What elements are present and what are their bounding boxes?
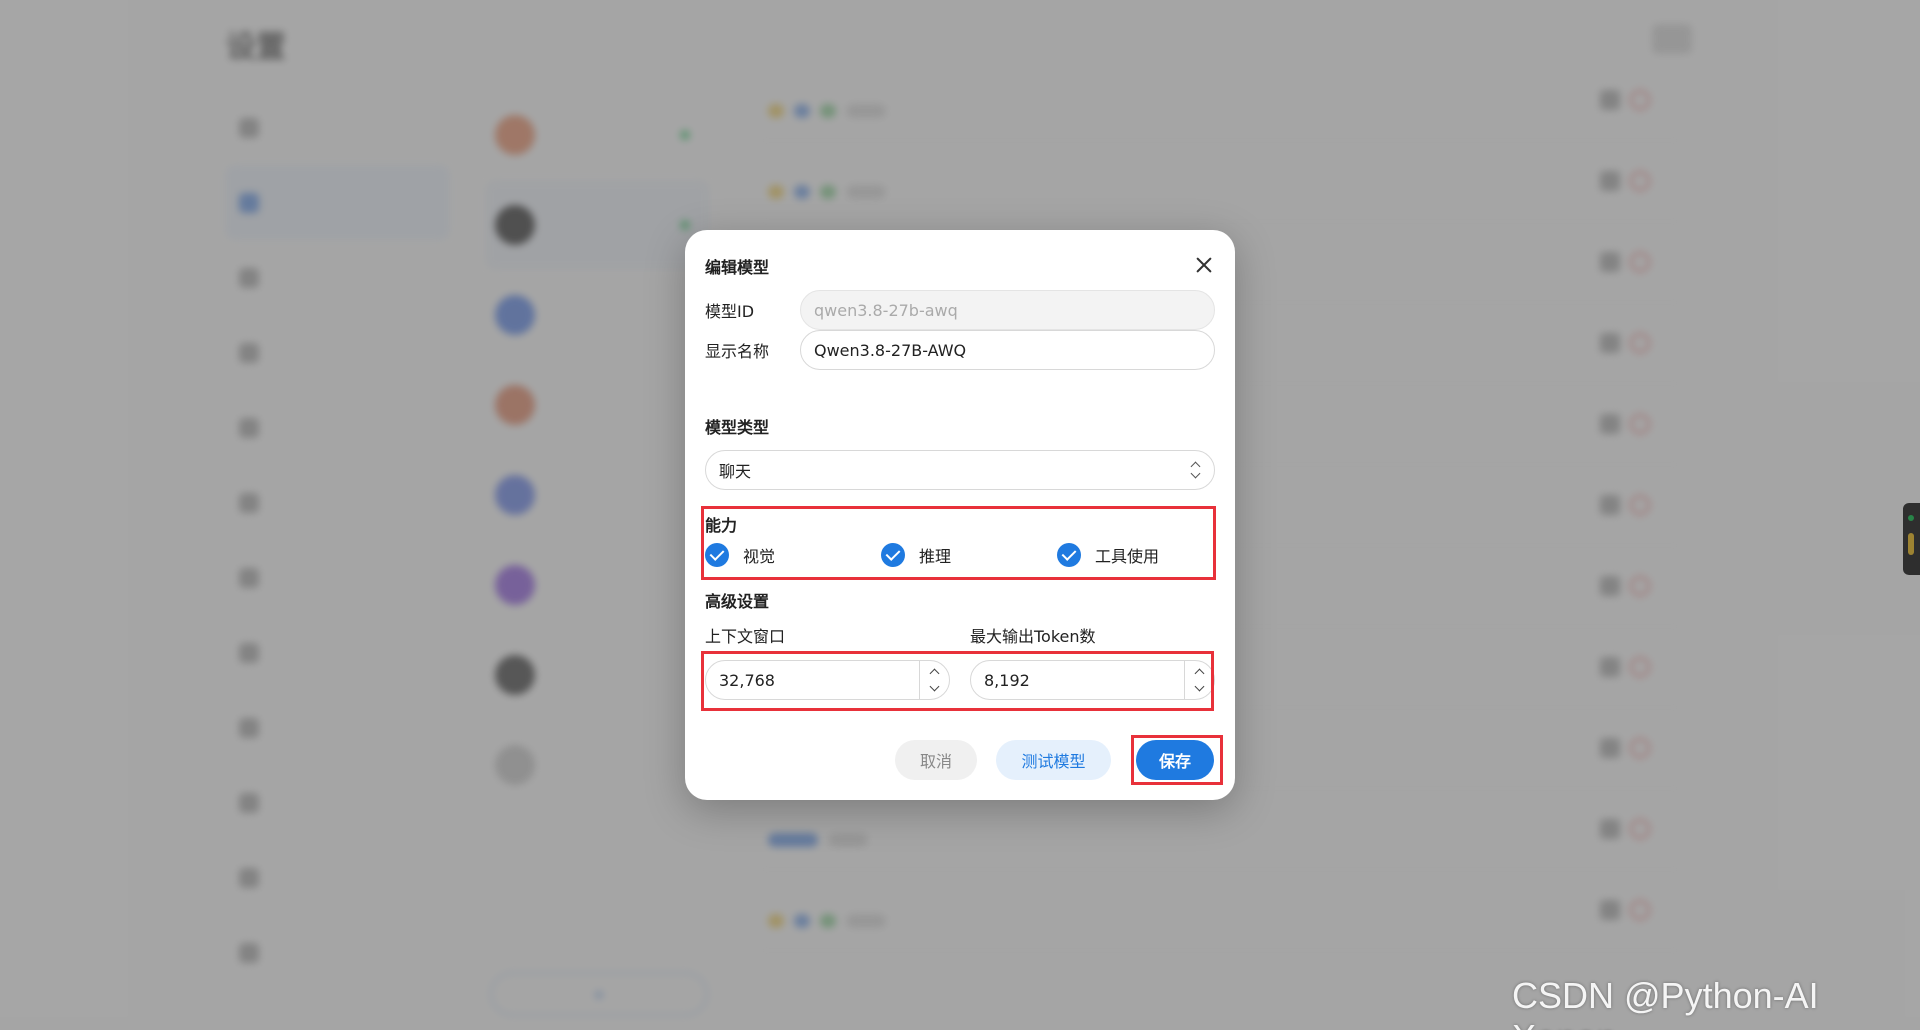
model-type-value: 聊天 — [719, 462, 752, 481]
edit-model-dialog: 编辑模型 模型ID qwen3.8-27b-awq 显示名称 Qwen3.8-2… — [685, 230, 1235, 800]
model-type-title: 模型类型 — [705, 418, 770, 437]
display-name-input[interactable]: Qwen3.8-27B-AWQ — [800, 330, 1215, 370]
checkmark-icon — [881, 543, 905, 567]
capability-label: 推理 — [919, 547, 952, 566]
number-stepper[interactable] — [919, 661, 949, 699]
capability-vision-checkbox[interactable]: 视觉 — [705, 543, 775, 567]
test-model-button[interactable]: 测试模型 — [996, 740, 1111, 780]
display-name-label: 显示名称 — [705, 342, 770, 361]
save-button[interactable]: 保存 — [1136, 740, 1214, 780]
model-id-field: qwen3.8-27b-awq — [800, 290, 1215, 330]
context-window-value: 32,768 — [719, 670, 775, 690]
max-tokens-input[interactable]: 8,192 — [970, 660, 1215, 700]
dialog-title: 编辑模型 — [705, 258, 770, 277]
checkmark-icon — [705, 543, 729, 567]
capability-reasoning-checkbox[interactable]: 推理 — [881, 543, 951, 567]
chevron-down-icon — [929, 681, 940, 692]
model-type-select[interactable]: 聊天 — [705, 450, 1215, 490]
context-window-label: 上下文窗口 — [705, 627, 786, 646]
advanced-settings-title: 高级设置 — [705, 592, 770, 611]
watermark-text: CSDN @Python-AI Xenon — [1512, 975, 1819, 1030]
close-icon[interactable] — [1193, 254, 1215, 276]
select-updown-icon — [1190, 461, 1200, 481]
max-tokens-label: 最大输出Token数 — [970, 627, 1096, 646]
capability-label: 视觉 — [743, 547, 776, 566]
capability-tool-use-checkbox[interactable]: 工具使用 — [1057, 543, 1159, 567]
chevron-down-icon — [1194, 681, 1205, 692]
capabilities-title: 能力 — [705, 516, 738, 535]
model-id-label: 模型ID — [705, 302, 755, 321]
chevron-up-icon — [1194, 668, 1205, 679]
checkmark-icon — [1057, 543, 1081, 567]
chevron-up-icon — [929, 668, 940, 679]
capability-label: 工具使用 — [1095, 547, 1160, 566]
number-stepper[interactable] — [1184, 661, 1214, 699]
cancel-button[interactable]: 取消 — [895, 740, 977, 780]
max-tokens-value: 8,192 — [984, 670, 1030, 690]
context-window-input[interactable]: 32,768 — [705, 660, 950, 700]
